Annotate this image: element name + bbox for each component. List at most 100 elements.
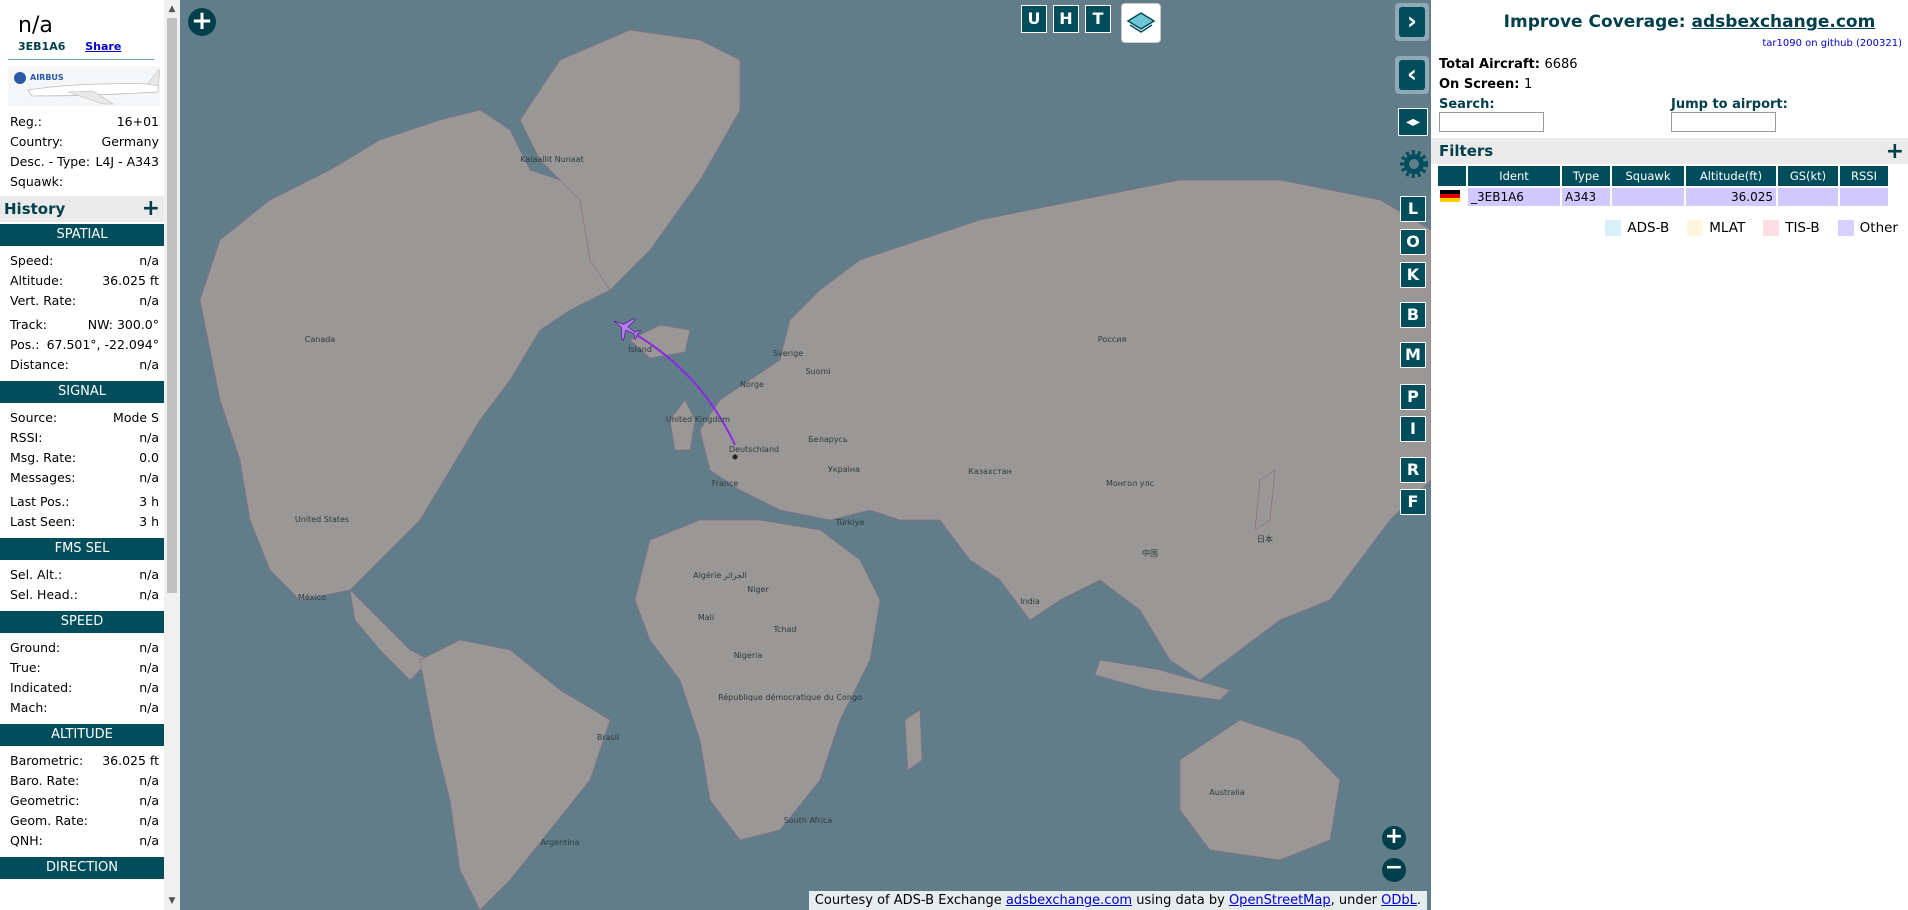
expand-plus-icon[interactable]: + bbox=[142, 198, 160, 220]
layers-icon bbox=[1126, 12, 1156, 33]
zoom-out-button[interactable]: − bbox=[1382, 857, 1406, 882]
col-type[interactable]: Type bbox=[1562, 166, 1610, 186]
world-map[interactable]: Kalaallit Nunaat Canada United States Mé… bbox=[180, 0, 1431, 910]
spatial-row: Track: NW: 300.0° bbox=[10, 317, 159, 332]
map-button-h[interactable]: H bbox=[1053, 5, 1079, 33]
section-direction: DIRECTION bbox=[0, 857, 164, 879]
legend-swatch bbox=[1687, 220, 1704, 236]
openstreetmap-link[interactable]: OpenStreetMap bbox=[1229, 893, 1331, 908]
spatial-list: Speed: n/a Altitude: 36.025 ft Vert. Rate:… bbox=[0, 251, 164, 375]
aircraft-table: Ident Type Squawk Altitude(ft) GS(kt) RS… bbox=[1436, 164, 1890, 208]
share-link[interactable]: Share bbox=[85, 40, 121, 53]
map-button-u[interactable]: U bbox=[1021, 5, 1047, 33]
map-label-sverige: Sverige bbox=[773, 349, 803, 358]
left-scrollbar[interactable]: ▲ ▼ bbox=[164, 0, 180, 910]
map-label-mongolia: Монгол улс bbox=[1106, 479, 1154, 488]
map-attribution: Courtesy of ADS-B Exchange adsbexchange.… bbox=[808, 891, 1427, 910]
section-spatial: SPATIAL bbox=[0, 224, 164, 246]
aircraft-info-panel: n/a 3EB1A6 Share AIRBUS Reg.: 16+01 Count… bbox=[0, 0, 180, 910]
map-label-russia: Россия bbox=[1098, 335, 1127, 344]
germany-flag-icon bbox=[1440, 189, 1460, 202]
map-label-south-africa: South Africa bbox=[784, 816, 833, 825]
scroll-up-icon[interactable]: ▲ bbox=[167, 4, 177, 14]
col-gs[interactable]: GS(kt) bbox=[1778, 166, 1838, 186]
map-button-k[interactable]: K bbox=[1400, 262, 1426, 288]
aircraft-list-panel: Improve Coverage: adsbexchange.com tar10… bbox=[1431, 0, 1908, 910]
col-squawk[interactable]: Squawk bbox=[1612, 166, 1684, 186]
col-rssi[interactable]: RSSI bbox=[1840, 166, 1888, 186]
map-label-deutschland: Deutschland bbox=[729, 445, 779, 454]
filters-title: Filters bbox=[1439, 142, 1494, 160]
map-label-niger: Niger bbox=[747, 585, 769, 594]
expand-width-button[interactable]: ◂▸ bbox=[1398, 108, 1428, 136]
altitude-row: Baro. Rate: n/a bbox=[10, 773, 159, 788]
map-label-ukraine: Україна bbox=[828, 465, 860, 474]
map-label-mali: Mali bbox=[698, 613, 714, 622]
legend-item: Other bbox=[1837, 220, 1898, 236]
aircraft-photo[interactable]: AIRBUS bbox=[8, 66, 161, 106]
fms-row: Sel. Alt.: n/a bbox=[10, 567, 159, 582]
fms-list: Sel. Alt.: n/a Sel. Head.: n/a bbox=[0, 565, 164, 605]
source-legend: ADS-B MLAT TIS-B Other bbox=[1431, 220, 1898, 236]
map-button-r[interactable]: R bbox=[1400, 457, 1426, 483]
map-label-china: 中国 bbox=[1142, 548, 1158, 558]
section-altitude: ALTITUDE bbox=[0, 724, 164, 746]
spatial-row: Speed: n/a bbox=[10, 253, 159, 268]
hex-code: 3EB1A6 bbox=[18, 40, 66, 53]
settings-button[interactable] bbox=[1400, 150, 1428, 178]
map-button-b[interactable]: B bbox=[1400, 302, 1426, 328]
map-label-canada: Canada bbox=[305, 335, 336, 344]
search-group: Search: bbox=[1439, 97, 1671, 132]
map-button-l[interactable]: L bbox=[1400, 196, 1426, 222]
airport-group: Jump to airport: bbox=[1671, 97, 1903, 132]
signal-row: Last Seen: 3 h bbox=[10, 514, 159, 529]
arrows-horizontal-icon: ◂▸ bbox=[1405, 114, 1421, 130]
scroll-thumb[interactable] bbox=[167, 18, 177, 593]
improve-coverage-link[interactable]: adsbexchange.com bbox=[1692, 12, 1876, 32]
legend-swatch bbox=[1763, 220, 1780, 236]
search-input[interactable] bbox=[1439, 112, 1544, 132]
squawk-cell bbox=[1612, 188, 1684, 206]
zoom-in-button[interactable]: + bbox=[1382, 826, 1406, 850]
spatial-row: Pos.: 67.501°, -22.094° bbox=[10, 337, 159, 352]
flag-cell bbox=[1438, 188, 1466, 206]
map-canvas[interactable]: Kalaallit Nunaat Canada United States Mé… bbox=[180, 0, 1431, 910]
expand-filters-plus-icon[interactable]: + bbox=[1886, 139, 1904, 164]
layers-button[interactable] bbox=[1121, 3, 1161, 43]
odbl-link[interactable]: ODbL bbox=[1381, 893, 1417, 908]
map-button-p[interactable]: P bbox=[1400, 384, 1426, 410]
map-button-f[interactable]: F bbox=[1400, 489, 1426, 515]
speed-list: Ground: n/a True: n/a Indicated: n/a Mach: n… bbox=[0, 638, 164, 718]
signal-row: Msg. Rate: 0.0 bbox=[10, 450, 159, 465]
show-sidebar-button[interactable]: ‹ bbox=[1395, 56, 1429, 94]
adsbexchange-link[interactable]: adsbexchange.com bbox=[1006, 893, 1132, 908]
scroll-down-icon[interactable]: ▼ bbox=[167, 896, 177, 906]
map-button-m[interactable]: M bbox=[1400, 342, 1426, 368]
history-header[interactable]: History + bbox=[0, 196, 164, 222]
altitude-row: QNH: n/a bbox=[10, 833, 159, 848]
type-cell: A343 bbox=[1562, 188, 1610, 206]
map-button-i[interactable]: I bbox=[1400, 416, 1426, 442]
col-ident[interactable]: Ident bbox=[1468, 166, 1560, 186]
expand-panel-plus-icon[interactable]: + bbox=[188, 8, 216, 36]
speed-row: True: n/a bbox=[10, 660, 159, 675]
filters-header[interactable]: Filters + bbox=[1431, 138, 1908, 164]
map-button-t[interactable]: T bbox=[1085, 5, 1111, 33]
map-label-turkiye: Türkiye bbox=[835, 518, 865, 527]
map-label-us: United States bbox=[295, 515, 349, 524]
hide-sidebar-button[interactable]: › bbox=[1395, 3, 1429, 41]
table-row[interactable]: _3EB1A6 A343 36.025 bbox=[1438, 188, 1888, 206]
rssi-cell bbox=[1840, 188, 1888, 206]
map-button-o[interactable]: O bbox=[1400, 229, 1426, 255]
col-altitude[interactable]: Altitude(ft) bbox=[1686, 166, 1776, 186]
jump-airport-input[interactable] bbox=[1671, 112, 1776, 132]
signal-list: Source: Mode S RSSI: n/a Msg. Rate: 0.0 Mes… bbox=[0, 408, 164, 532]
map-label-belarus: Беларусь bbox=[808, 435, 848, 444]
github-link[interactable]: tar1090 on github (200321) bbox=[1431, 38, 1902, 49]
signal-row: Messages: n/a bbox=[10, 470, 159, 485]
legend-swatch bbox=[1605, 220, 1622, 236]
signal-row: Source: Mode S bbox=[10, 410, 159, 425]
map-label-france: France bbox=[712, 479, 739, 488]
map-label-congo: République démocratique du Congo bbox=[718, 692, 862, 702]
map-label-brasil: Brasil bbox=[597, 733, 619, 742]
